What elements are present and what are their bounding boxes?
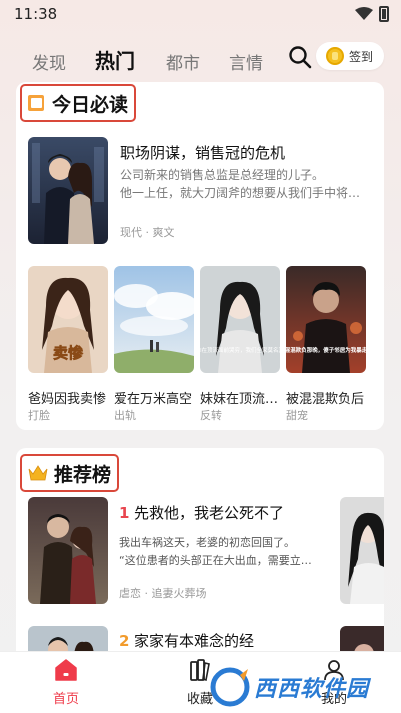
coin-icon [326,47,344,65]
grid-cover-4-art-text: 被混混欺负那晚，傻子邻居为我暴走了 [286,346,366,354]
nav-home-label: 首页 [52,692,79,707]
rank-side-cover-1[interactable] [340,497,384,604]
rank-desc-1-line-1: 我出车祸这天，老婆的初恋回国了。 [119,536,295,549]
bookshelf-icon [190,659,210,682]
rank-book-desc-1: 我出车祸这天，老婆的初恋回国了。 “这位患者的头部正在大出血，需要立即手术” [119,534,319,570]
rank-number-2: 2 [119,632,130,650]
tab-romance[interactable]: 言情 [229,49,263,74]
featured-book-title[interactable]: 职场阴谋，销售冠的危机 [120,142,285,163]
rank-section-title: 推荐榜 [54,463,112,486]
grid-book-title-3[interactable]: 妹妹在顶流面前 [200,388,280,407]
rank-section-header: 推荐榜 [20,454,120,492]
watermark-text: 西西软件园 [254,677,370,702]
status-time: 11:38 [14,5,58,23]
tab-hot[interactable]: 热门 [95,45,135,74]
search-icon[interactable] [288,45,312,69]
grid-book-cover-2[interactable] [114,266,194,373]
rank-book-cover-1[interactable] [28,497,108,604]
grid-book-title-1[interactable]: 爸妈因我卖惨 [28,388,108,407]
grid-book-tag-3: 反转 [200,409,222,422]
featured-desc-line-2: 他一上任，就大刀阔斧的想要从我们手中将客户抢走 [120,186,372,200]
tab-discover[interactable]: 发现 [32,49,66,74]
grid-cover-1-art-text: 卖惨 [53,344,84,362]
today-section-title: 今日必读 [52,93,129,116]
rank-book-tags-1: 虐恋 · 追妻火葬场 [119,587,207,600]
crown-icon [28,465,48,481]
grid-book-title-4[interactable]: 被混混欺负后 [286,388,366,407]
battery-icon [379,6,389,22]
grid-book-title-2[interactable]: 爱在万米高空 [114,388,194,407]
nav-home[interactable]: 首页 [26,652,106,713]
grid-book-tag-1: 打脸 [28,409,50,422]
featured-book-desc: 公司新来的销售总监是总经理的儿子。 他一上任，就大刀阔斧的想要从我们手中将客户抢… [120,166,372,202]
featured-book-tags: 现代 · 爽文 [120,226,175,239]
rank-desc-1-line-2: “这位患者的头部正在大出血，需要立即手术” [119,554,319,567]
rank-number-1: 1 [119,504,130,522]
grid-book-cover-1[interactable]: 卖惨 [28,266,108,373]
status-bar: 11:38 [0,0,401,28]
today-section-header: 今日必读 [20,84,137,122]
home-icon [55,659,77,681]
watermark-logo: 西西软件园 [210,666,388,708]
featured-book-cover[interactable] [28,137,108,244]
grid-cover-3-art-text: 妹妹在顶流面前哭穷，我们全家莫名其妙 [200,346,280,354]
signin-button[interactable]: 签到 [316,42,384,70]
grid-book-tag-4: 甜宠 [286,409,308,422]
book-icon [28,94,46,112]
tab-urban[interactable]: 都市 [166,49,200,74]
grid-book-cover-4[interactable]: 被混混欺负那晚，傻子邻居为我暴走了 [286,266,366,373]
rank-book-title-1[interactable]: 先救他，我老公死不了 [134,502,284,523]
rank-book-title-2[interactable]: 家家有本难念的经 [134,630,254,651]
wifi-icon [355,7,373,20]
status-icons [355,6,389,22]
featured-desc-line-1: 公司新来的销售总监是总经理的儿子。 [120,168,325,182]
grid-book-cover-3[interactable]: 妹妹在顶流面前哭穷，我们全家莫名其妙 [200,266,280,373]
watermark-emblem-icon [210,667,250,707]
grid-book-tag-2: 出轨 [114,409,136,422]
today-card [16,82,384,430]
signin-label: 签到 [349,49,374,64]
